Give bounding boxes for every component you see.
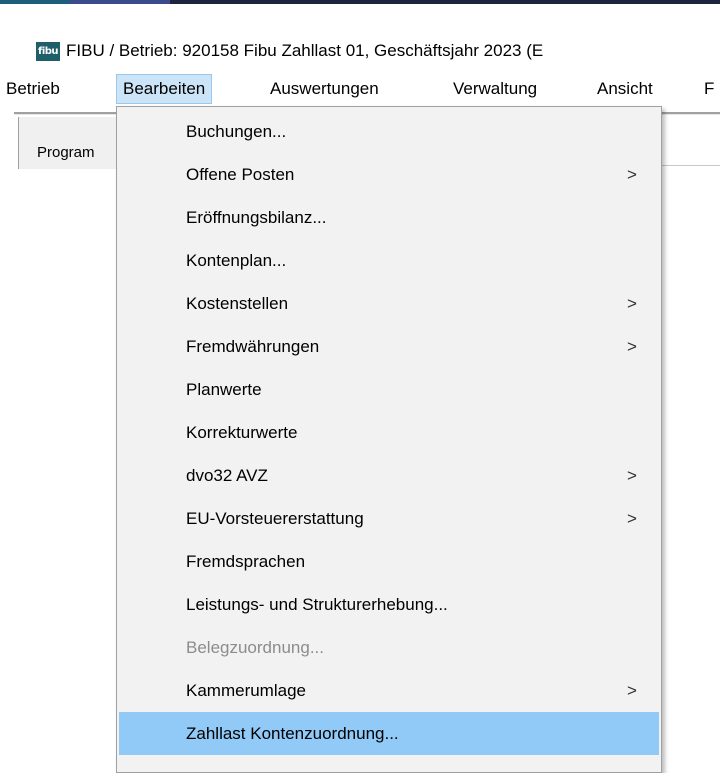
menu-item-leistungs-und-strukturerhebung[interactable]: Leistungs- und Strukturerhebung... bbox=[119, 583, 659, 626]
menu-item-kontenplan[interactable]: Kontenplan... bbox=[119, 239, 659, 282]
menu-item-belegzuordnung: Belegzuordnung... bbox=[119, 626, 659, 669]
submenu-chevron-icon: > bbox=[627, 509, 637, 528]
top-strip-segment bbox=[0, 0, 70, 4]
menu-item-fremdwaehrungen[interactable]: Fremdwährungen > bbox=[119, 325, 659, 368]
menu-item-fremdsprachen[interactable]: Fremdsprachen bbox=[119, 540, 659, 583]
menu-item-eu-vorsteuererstattung[interactable]: EU-Vorsteuererstattung > bbox=[119, 497, 659, 540]
menu-item-label: dvo32 AVZ bbox=[186, 466, 268, 485]
menu-item-label: EU-Vorsteuererstattung bbox=[186, 509, 364, 528]
submenu-chevron-icon: > bbox=[627, 681, 637, 700]
menu-item-label: Belegzuordnung... bbox=[186, 638, 324, 657]
submenu-chevron-icon: > bbox=[627, 165, 637, 184]
top-strip-segment bbox=[170, 0, 720, 4]
menu-item-label: Eröffnungsbilanz... bbox=[186, 208, 327, 227]
menu-item-label: Buchungen... bbox=[186, 122, 287, 141]
menu-bearbeiten[interactable]: Bearbeiten bbox=[116, 74, 213, 104]
menu-item-offene-posten[interactable]: Offene Posten > bbox=[119, 153, 659, 196]
menu-item-label: Kostenstellen bbox=[186, 294, 289, 313]
menu-ansicht[interactable]: Ansicht bbox=[591, 74, 659, 104]
bearbeiten-dropdown-menu: Buchungen... Offene Posten > Eröffnungsb… bbox=[116, 106, 662, 773]
menu-item-label: Fremdsprachen bbox=[186, 552, 306, 571]
menu-betrieb[interactable]: Betrieb bbox=[0, 74, 66, 104]
menu-item-korrekturwerte[interactable]: Korrekturwerte bbox=[119, 411, 659, 454]
submenu-chevron-icon: > bbox=[627, 466, 637, 485]
fibu-app-icon: fibu bbox=[36, 42, 60, 61]
menu-item-label: Planwerte bbox=[186, 380, 262, 399]
window-top-strip bbox=[0, 0, 720, 12]
menu-item-label: Fremdwährungen bbox=[186, 337, 320, 356]
menu-item-label: Kammerumlage bbox=[186, 681, 306, 700]
menu-auswertungen[interactable]: Auswertungen bbox=[264, 74, 385, 104]
window-title: FIBU / Betrieb: 920158 Fibu Zahllast 01,… bbox=[66, 41, 544, 60]
menu-item-planwerte[interactable]: Planwerte bbox=[119, 368, 659, 411]
menu-item-label: Zahllast Kontenzuordnung... bbox=[186, 724, 399, 743]
menu-item-buchungen[interactable]: Buchungen... bbox=[119, 110, 659, 153]
menu-item-label: Offene Posten bbox=[186, 165, 295, 184]
menu-item-label: Leistungs- und Strukturerhebung... bbox=[186, 595, 448, 614]
title-bar: fibu FIBU / Betrieb: 920158 Fibu Zahllas… bbox=[0, 12, 720, 74]
menu-bar: Betrieb Bearbeiten Auswertungen Verwaltu… bbox=[0, 74, 720, 106]
menu-item-kostenstellen[interactable]: Kostenstellen > bbox=[119, 282, 659, 325]
menu-item-label: Kontenplan... bbox=[186, 251, 287, 270]
menu-item-kammerumlage[interactable]: Kammerumlage > bbox=[119, 669, 659, 712]
menu-item-dvo32-avz[interactable]: dvo32 AVZ > bbox=[119, 454, 659, 497]
top-strip-segment bbox=[70, 0, 170, 4]
submenu-chevron-icon: > bbox=[627, 294, 637, 313]
submenu-chevron-icon: > bbox=[627, 337, 637, 356]
program-tab[interactable] bbox=[18, 117, 129, 169]
program-tab-label: Program bbox=[37, 144, 95, 161]
menu-item-eroeffnungsbilanz[interactable]: Eröffnungsbilanz... bbox=[119, 196, 659, 239]
toolbar-field[interactable] bbox=[660, 120, 720, 166]
menu-item-label: Korrekturwerte bbox=[186, 423, 298, 442]
menu-item-zahllast-kontenzuordnung[interactable]: Zahllast Kontenzuordnung... bbox=[119, 712, 659, 755]
menu-f[interactable]: F bbox=[698, 74, 720, 104]
menu-verwaltung[interactable]: Verwaltung bbox=[447, 74, 543, 104]
